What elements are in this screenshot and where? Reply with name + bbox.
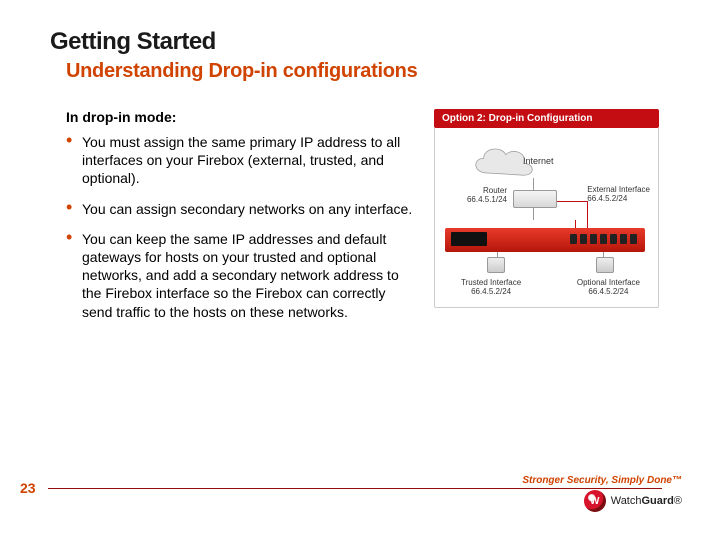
watchguard-logo: WatchGuard® (584, 490, 682, 512)
optional-host-icon (596, 257, 614, 273)
brand-b: Guard (641, 495, 673, 507)
router-label: Router 66.4.5.1/24 (457, 186, 507, 204)
router-icon (513, 190, 557, 208)
body-area: In drop-in mode: You must assign the sam… (66, 109, 670, 333)
page-number: 23 (20, 480, 48, 496)
router-ip: 66.4.5.1/24 (457, 195, 507, 204)
intro-text: In drop-in mode: (66, 109, 416, 125)
trusted-ip: 66.4.5.2/24 (461, 288, 521, 297)
text-column: In drop-in mode: You must assign the sam… (66, 109, 416, 333)
trusted-host-icon (487, 257, 505, 273)
logo-zone: Stronger Security, Simply Done™ WatchGua… (522, 475, 682, 512)
optional-ip: 66.4.5.2/24 (577, 288, 640, 297)
slide: Getting Started Understanding Drop-in co… (0, 0, 720, 540)
page-title: Getting Started (50, 28, 670, 56)
ext-if-ip: 66.4.5.2/24 (587, 195, 650, 204)
logo-wordmark: WatchGuard® (611, 495, 682, 507)
page-subtitle: Understanding Drop-in configurations (66, 60, 670, 83)
figure-column: Option 2: Drop-in Configuration Internet… (434, 109, 659, 333)
bullet-list: You must assign the same primary IP addr… (66, 133, 416, 321)
figure-header: Option 2: Drop-in Configuration (434, 109, 659, 128)
external-interface-label: External Interface 66.4.5.2/24 (587, 186, 650, 204)
firebox-device-icon (445, 228, 645, 252)
trusted-interface-label: Trusted Interface 66.4.5.2/24 (461, 279, 521, 297)
optional-interface-label: Optional Interface 66.4.5.2/24 (577, 279, 640, 297)
brand-a: Watch (611, 495, 642, 507)
bullet-item: You can assign secondary networks on any… (66, 200, 416, 218)
bullet-item: You must assign the same primary IP addr… (66, 133, 416, 188)
internet-label: Internet (523, 156, 554, 166)
router-name: Router (457, 186, 507, 195)
bullet-item: You can keep the same IP addresses and d… (66, 230, 416, 321)
logo-mark-icon (584, 490, 606, 512)
tagline: Stronger Security, Simply Done™ (522, 475, 682, 486)
figure-body: Internet Router 66.4.5.1/24 External Int… (434, 128, 659, 308)
